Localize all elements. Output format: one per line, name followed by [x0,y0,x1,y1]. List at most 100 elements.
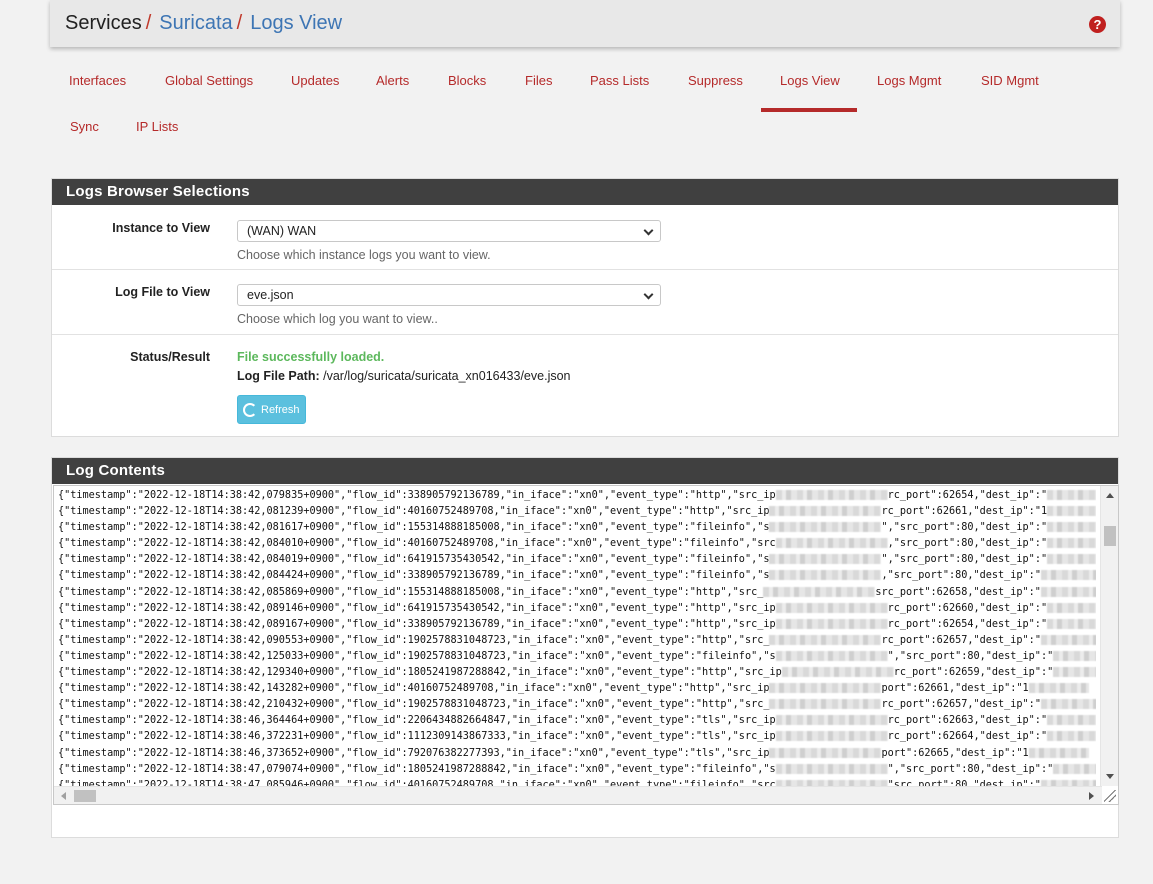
tab-interfaces[interactable]: Interfaces [50,64,145,112]
tab-suppress[interactable]: Suppress [669,64,762,112]
tab-updates[interactable]: Updates [272,64,358,112]
redacted-region [1047,731,1096,742]
instance-row: Instance to View (WAN) WAN Choose which … [52,205,1118,270]
log-line: {"timestamp":"2022-12-18T14:38:42,085869… [58,585,1096,601]
log-line-text-tail: rc_port":62661,"dest_ip":"1 [881,506,1048,518]
logfile-select[interactable]: eve.json [237,284,661,306]
scroll-up-arrow-icon[interactable] [1106,493,1114,498]
log-line-text: {"timestamp":"2022-12-18T14:38:42,081617… [58,522,770,534]
logfile-help: Choose which log you want to view.. [237,312,438,326]
horizontal-scroll-thumb[interactable] [74,790,96,802]
scroll-right-arrow-icon[interactable] [1089,792,1094,800]
tab-ip-lists[interactable]: IP Lists [117,110,197,158]
log-line-text-tail: rc_port":62660,"dest_ip":" [887,602,1048,614]
log-line: {"timestamp":"2022-12-18T14:38:42,125033… [58,649,1096,665]
tab-sync[interactable]: Sync [51,110,118,158]
log-file-path: Log File Path: /var/log/suricata/suricat… [237,369,571,383]
log-line-text-tail: ","src_port":80,"dest_ip":" [881,522,1048,534]
log-line-text-tail: src_port":62658,"dest_ip":" [875,586,1041,598]
logfile-label: Log File to View [115,285,210,299]
redacted-region [769,554,882,565]
redacted-region [1053,650,1096,661]
refresh-button[interactable]: Refresh [237,395,306,424]
redacted-region [775,763,888,774]
tab-files[interactable]: Files [506,64,571,112]
log-line-text: {"timestamp":"2022-12-18T14:38:42,089167… [58,618,776,630]
log-line-text: {"timestamp":"2022-12-18T14:38:46,372231… [58,731,776,743]
redacted-region [769,747,882,758]
log-line-text-tail: rc_port":62659,"dest_ip":" [893,667,1054,679]
redacted-region [1047,554,1096,565]
instance-select[interactable]: (WAN) WAN [237,220,661,242]
tab-sid-mgmt[interactable]: SID Mgmt [962,64,1058,112]
breadcrumb-bar: Services / Suricata / Logs View ? [50,0,1120,47]
log-line: {"timestamp":"2022-12-18T14:38:42,081617… [58,520,1096,536]
horizontal-scrollbar[interactable] [54,786,1102,804]
log-line-text: {"timestamp":"2022-12-18T14:38:42,143282… [58,683,770,695]
log-line: {"timestamp":"2022-12-18T14:38:42,129340… [58,665,1096,681]
redacted-region [1047,506,1096,517]
panel-title: Logs Browser Selections [52,179,1118,205]
log-line: {"timestamp":"2022-12-18T14:38:42,090553… [58,633,1096,649]
log-line-text-tail: rc_port":62657,"dest_ip":" [881,634,1041,646]
log-line-text-tail: ,"src_port":80,"dest_ip":" [881,570,1041,582]
tab-logs-mgmt[interactable]: Logs Mgmt [858,64,960,112]
log-line: {"timestamp":"2022-12-18T14:38:42,210432… [58,697,1096,713]
logs-browser-selections-panel: Logs Browser Selections Instance to View… [51,178,1119,437]
vertical-scrollbar[interactable] [1100,486,1118,786]
log-line-text: {"timestamp":"2022-12-18T14:38:42,081239… [58,506,770,518]
question-circle-icon[interactable]: ? [1089,16,1106,33]
tab-logs-view[interactable]: Logs View [761,64,857,112]
log-line-text-tail: ","src_port":80,"dest_ip":" [881,554,1048,566]
log-line: {"timestamp":"2022-12-18T14:38:46,373652… [58,746,1096,762]
redacted-region [769,570,882,581]
log-line: {"timestamp":"2022-12-18T14:38:42,081239… [58,504,1096,520]
log-line: {"timestamp":"2022-12-18T14:38:42,143282… [58,681,1096,697]
tab-alerts[interactable]: Alerts [357,64,428,112]
tab-blocks[interactable]: Blocks [429,64,505,112]
logfile-select-value: eve.json [247,288,294,302]
log-line-text: {"timestamp":"2022-12-18T14:38:42,129340… [58,667,782,679]
redacted-region [769,699,882,710]
redacted-region [1040,586,1096,597]
log-line-text-tail: rc_port":62654,"dest_ip":" [887,618,1048,630]
instance-select-value: (WAN) WAN [247,224,317,238]
log-line-text: {"timestamp":"2022-12-18T14:38:42,084424… [58,570,770,582]
redacted-region [775,731,888,742]
tab-pass-lists[interactable]: Pass Lists [571,64,668,112]
log-line: {"timestamp":"2022-12-18T14:38:42,084010… [58,536,1096,552]
log-line-text: {"timestamp":"2022-12-18T14:38:42,084010… [58,538,776,550]
log-contents-textarea[interactable]: {"timestamp":"2022-12-18T14:38:42,079835… [53,485,1119,805]
scroll-down-arrow-icon[interactable] [1106,774,1114,779]
breadcrumb-suricata-link[interactable]: Suricata [159,12,232,35]
redacted-region [1028,683,1089,694]
redacted-region [1040,634,1096,645]
log-line: {"timestamp":"2022-12-18T14:38:46,372231… [58,729,1096,745]
redacted-region [775,715,888,726]
log-line: {"timestamp":"2022-12-18T14:38:42,084424… [58,568,1096,584]
status-message: File successfully loaded. [237,350,385,364]
instance-help: Choose which instance logs you want to v… [237,248,491,262]
log-line: {"timestamp":"2022-12-18T14:38:42,084019… [58,552,1096,568]
redacted-region [769,634,882,645]
log-file-path-label: Log File Path: [237,369,320,383]
log-file-path-value: /var/log/suricata/suricata_xn016433/eve.… [323,369,571,383]
redacted-region [1047,490,1096,500]
tab-global-settings[interactable]: Global Settings [146,64,272,112]
log-line-text-tail: rc_port":62663,"dest_ip":" [887,715,1048,727]
redacted-region [1040,570,1096,581]
resize-grip-icon[interactable] [1104,790,1116,802]
log-line-text: {"timestamp":"2022-12-18T14:38:46,373652… [58,747,770,759]
redacted-region [775,650,888,661]
log-line-text-tail: port":62661,"dest_ip":"1 [881,683,1029,695]
breadcrumb-logs-view-link[interactable]: Logs View [250,12,342,35]
log-line-text: {"timestamp":"2022-12-18T14:38:42,089146… [58,602,776,614]
redacted-region [775,490,888,500]
log-line: {"timestamp":"2022-12-18T14:38:42,089167… [58,617,1096,633]
redacted-region [775,538,888,549]
log-line-text: {"timestamp":"2022-12-18T14:38:42,079835… [58,490,776,501]
redacted-region [763,586,876,597]
vertical-scroll-thumb[interactable] [1104,526,1116,546]
scroll-left-arrow-icon[interactable] [61,792,66,800]
instance-label: Instance to View [112,221,210,235]
